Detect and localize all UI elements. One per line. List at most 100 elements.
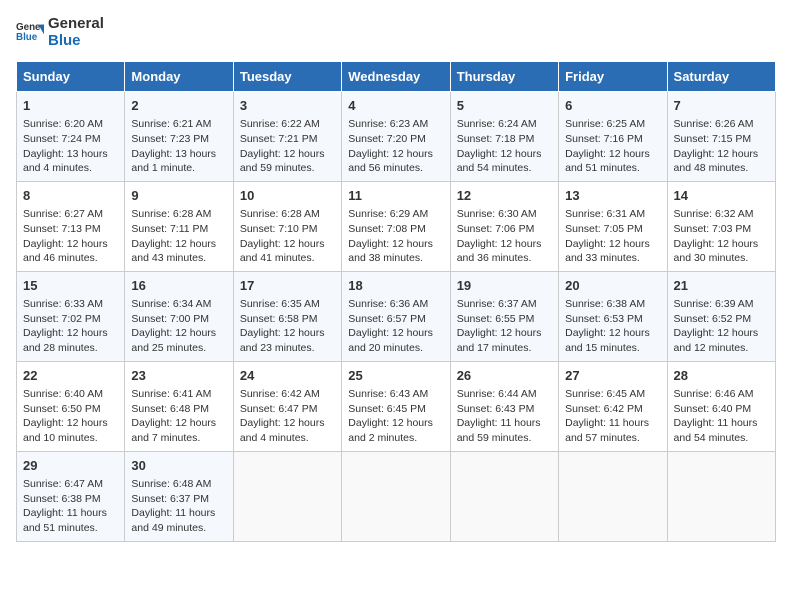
day-info: Sunrise: 6:34 AM	[131, 297, 226, 312]
calendar-cell: 24Sunrise: 6:42 AMSunset: 6:47 PMDayligh…	[233, 361, 341, 451]
day-number: 2	[131, 97, 226, 115]
day-info: Daylight: 12 hours	[674, 237, 769, 252]
calendar-cell: 1Sunrise: 6:20 AMSunset: 7:24 PMDaylight…	[17, 92, 125, 182]
day-info: Sunset: 7:13 PM	[23, 222, 118, 237]
day-info: Daylight: 12 hours	[131, 237, 226, 252]
day-info: Sunset: 6:45 PM	[348, 402, 443, 417]
day-info: and 2 minutes.	[348, 431, 443, 446]
day-info: Sunrise: 6:27 AM	[23, 207, 118, 222]
day-info: and 7 minutes.	[131, 431, 226, 446]
calendar-body: 1Sunrise: 6:20 AMSunset: 7:24 PMDaylight…	[17, 92, 776, 542]
day-number: 20	[565, 277, 660, 295]
day-info: Sunset: 6:40 PM	[674, 402, 769, 417]
day-info: and 51 minutes.	[565, 161, 660, 176]
calendar-cell: 28 Sunrise: 6:46 AMSunset: 6:40 PMDayligh…	[667, 361, 775, 451]
calendar-cell: 15Sunrise: 6:33 AMSunset: 7:02 PMDayligh…	[17, 271, 125, 361]
day-info: Sunset: 7:23 PM	[131, 132, 226, 147]
day-info: and 46 minutes.	[23, 251, 118, 266]
day-info: Sunrise: 6:36 AM	[348, 297, 443, 312]
day-info: Sunrise: 6:47 AM	[23, 477, 118, 492]
day-info: and 1 minute.	[131, 161, 226, 176]
day-number: 29	[23, 457, 118, 475]
day-number: 19	[457, 277, 552, 295]
day-info: and 28 minutes.	[23, 341, 118, 356]
day-info: and 49 minutes.	[131, 521, 226, 536]
calendar-cell: 18Sunrise: 6:36 AMSunset: 6:57 PMDayligh…	[342, 271, 450, 361]
day-number: 4	[348, 97, 443, 115]
day-info: Daylight: 13 hours	[131, 147, 226, 162]
day-info: Sunrise: 6:46 AM	[674, 387, 769, 402]
day-number: 14	[674, 187, 769, 205]
day-info: Sunrise: 6:41 AM	[131, 387, 226, 402]
day-info: and 36 minutes.	[457, 251, 552, 266]
calendar-cell: 26Sunrise: 6:44 AMSunset: 6:43 PMDayligh…	[450, 361, 558, 451]
day-info: Sunrise: 6:23 AM	[348, 117, 443, 132]
day-info: Sunset: 6:52 PM	[674, 312, 769, 327]
day-info: and 43 minutes.	[131, 251, 226, 266]
day-info: Sunset: 7:06 PM	[457, 222, 552, 237]
day-info: Sunrise: 6:20 AM	[23, 117, 118, 132]
day-info: Sunset: 7:21 PM	[240, 132, 335, 147]
day-info: and 54 minutes.	[674, 431, 769, 446]
calendar-cell: 23Sunrise: 6:41 AMSunset: 6:48 PMDayligh…	[125, 361, 233, 451]
day-info: and 15 minutes.	[565, 341, 660, 356]
day-info: Daylight: 12 hours	[565, 147, 660, 162]
day-info: Daylight: 12 hours	[131, 416, 226, 431]
calendar-cell: 10Sunrise: 6:28 AMSunset: 7:10 PMDayligh…	[233, 181, 341, 271]
day-number: 16	[131, 277, 226, 295]
week-row-2: 8Sunrise: 6:27 AMSunset: 7:13 PMDaylight…	[17, 181, 776, 271]
day-info: Sunset: 7:10 PM	[240, 222, 335, 237]
day-number: 8	[23, 187, 118, 205]
day-info: Sunrise: 6:26 AM	[674, 117, 769, 132]
day-info: Daylight: 12 hours	[565, 237, 660, 252]
week-row-5: 29Sunrise: 6:47 AMSunset: 6:38 PMDayligh…	[17, 451, 776, 541]
day-info: Sunset: 7:02 PM	[23, 312, 118, 327]
calendar-cell: 29Sunrise: 6:47 AMSunset: 6:38 PMDayligh…	[17, 451, 125, 541]
day-info: Daylight: 12 hours	[240, 237, 335, 252]
logo-icon: General Blue	[16, 19, 44, 47]
calendar-cell: 20Sunrise: 6:38 AMSunset: 6:53 PMDayligh…	[559, 271, 667, 361]
day-info: Sunset: 7:20 PM	[348, 132, 443, 147]
calendar-cell: 14 Sunrise: 6:32 AMSunset: 7:03 PMDayligh…	[667, 181, 775, 271]
day-info: Sunset: 7:11 PM	[131, 222, 226, 237]
day-info: Daylight: 12 hours	[23, 237, 118, 252]
day-info: Sunrise: 6:42 AM	[240, 387, 335, 402]
day-number: 22	[23, 367, 118, 385]
day-number: 21	[674, 277, 769, 295]
day-info: Daylight: 12 hours	[348, 416, 443, 431]
day-number: 24	[240, 367, 335, 385]
day-info: and 59 minutes.	[240, 161, 335, 176]
day-number: 27	[565, 367, 660, 385]
day-info: and 54 minutes.	[457, 161, 552, 176]
day-header-monday: Monday	[125, 62, 233, 92]
calendar-table: SundayMondayTuesdayWednesdayThursdayFrid…	[16, 61, 776, 542]
day-info: Daylight: 11 hours	[674, 416, 769, 431]
day-info: Daylight: 12 hours	[674, 326, 769, 341]
day-info: Sunset: 6:48 PM	[131, 402, 226, 417]
day-info: Sunset: 7:16 PM	[565, 132, 660, 147]
day-info: Sunset: 7:00 PM	[131, 312, 226, 327]
day-info: and 17 minutes.	[457, 341, 552, 356]
day-info: Sunrise: 6:28 AM	[131, 207, 226, 222]
day-info: and 4 minutes.	[23, 161, 118, 176]
day-info: Sunset: 7:03 PM	[674, 222, 769, 237]
day-number: 18	[348, 277, 443, 295]
day-info: Daylight: 12 hours	[348, 237, 443, 252]
page-header: General Blue General Blue	[16, 16, 776, 49]
day-info: Sunrise: 6:43 AM	[348, 387, 443, 402]
day-info: and 59 minutes.	[457, 431, 552, 446]
day-header-friday: Friday	[559, 62, 667, 92]
day-info: Sunset: 6:38 PM	[23, 492, 118, 507]
day-info: Sunrise: 6:28 AM	[240, 207, 335, 222]
day-info: and 10 minutes.	[23, 431, 118, 446]
day-info: Sunrise: 6:30 AM	[457, 207, 552, 222]
day-info: Sunset: 6:43 PM	[457, 402, 552, 417]
calendar-cell: 4Sunrise: 6:23 AMSunset: 7:20 PMDaylight…	[342, 92, 450, 182]
day-info: Daylight: 12 hours	[240, 147, 335, 162]
day-info: Sunset: 7:18 PM	[457, 132, 552, 147]
day-info: and 48 minutes.	[674, 161, 769, 176]
day-number: 17	[240, 277, 335, 295]
day-info: Sunrise: 6:32 AM	[674, 207, 769, 222]
day-number: 28	[674, 367, 769, 385]
day-info: Sunset: 6:42 PM	[565, 402, 660, 417]
